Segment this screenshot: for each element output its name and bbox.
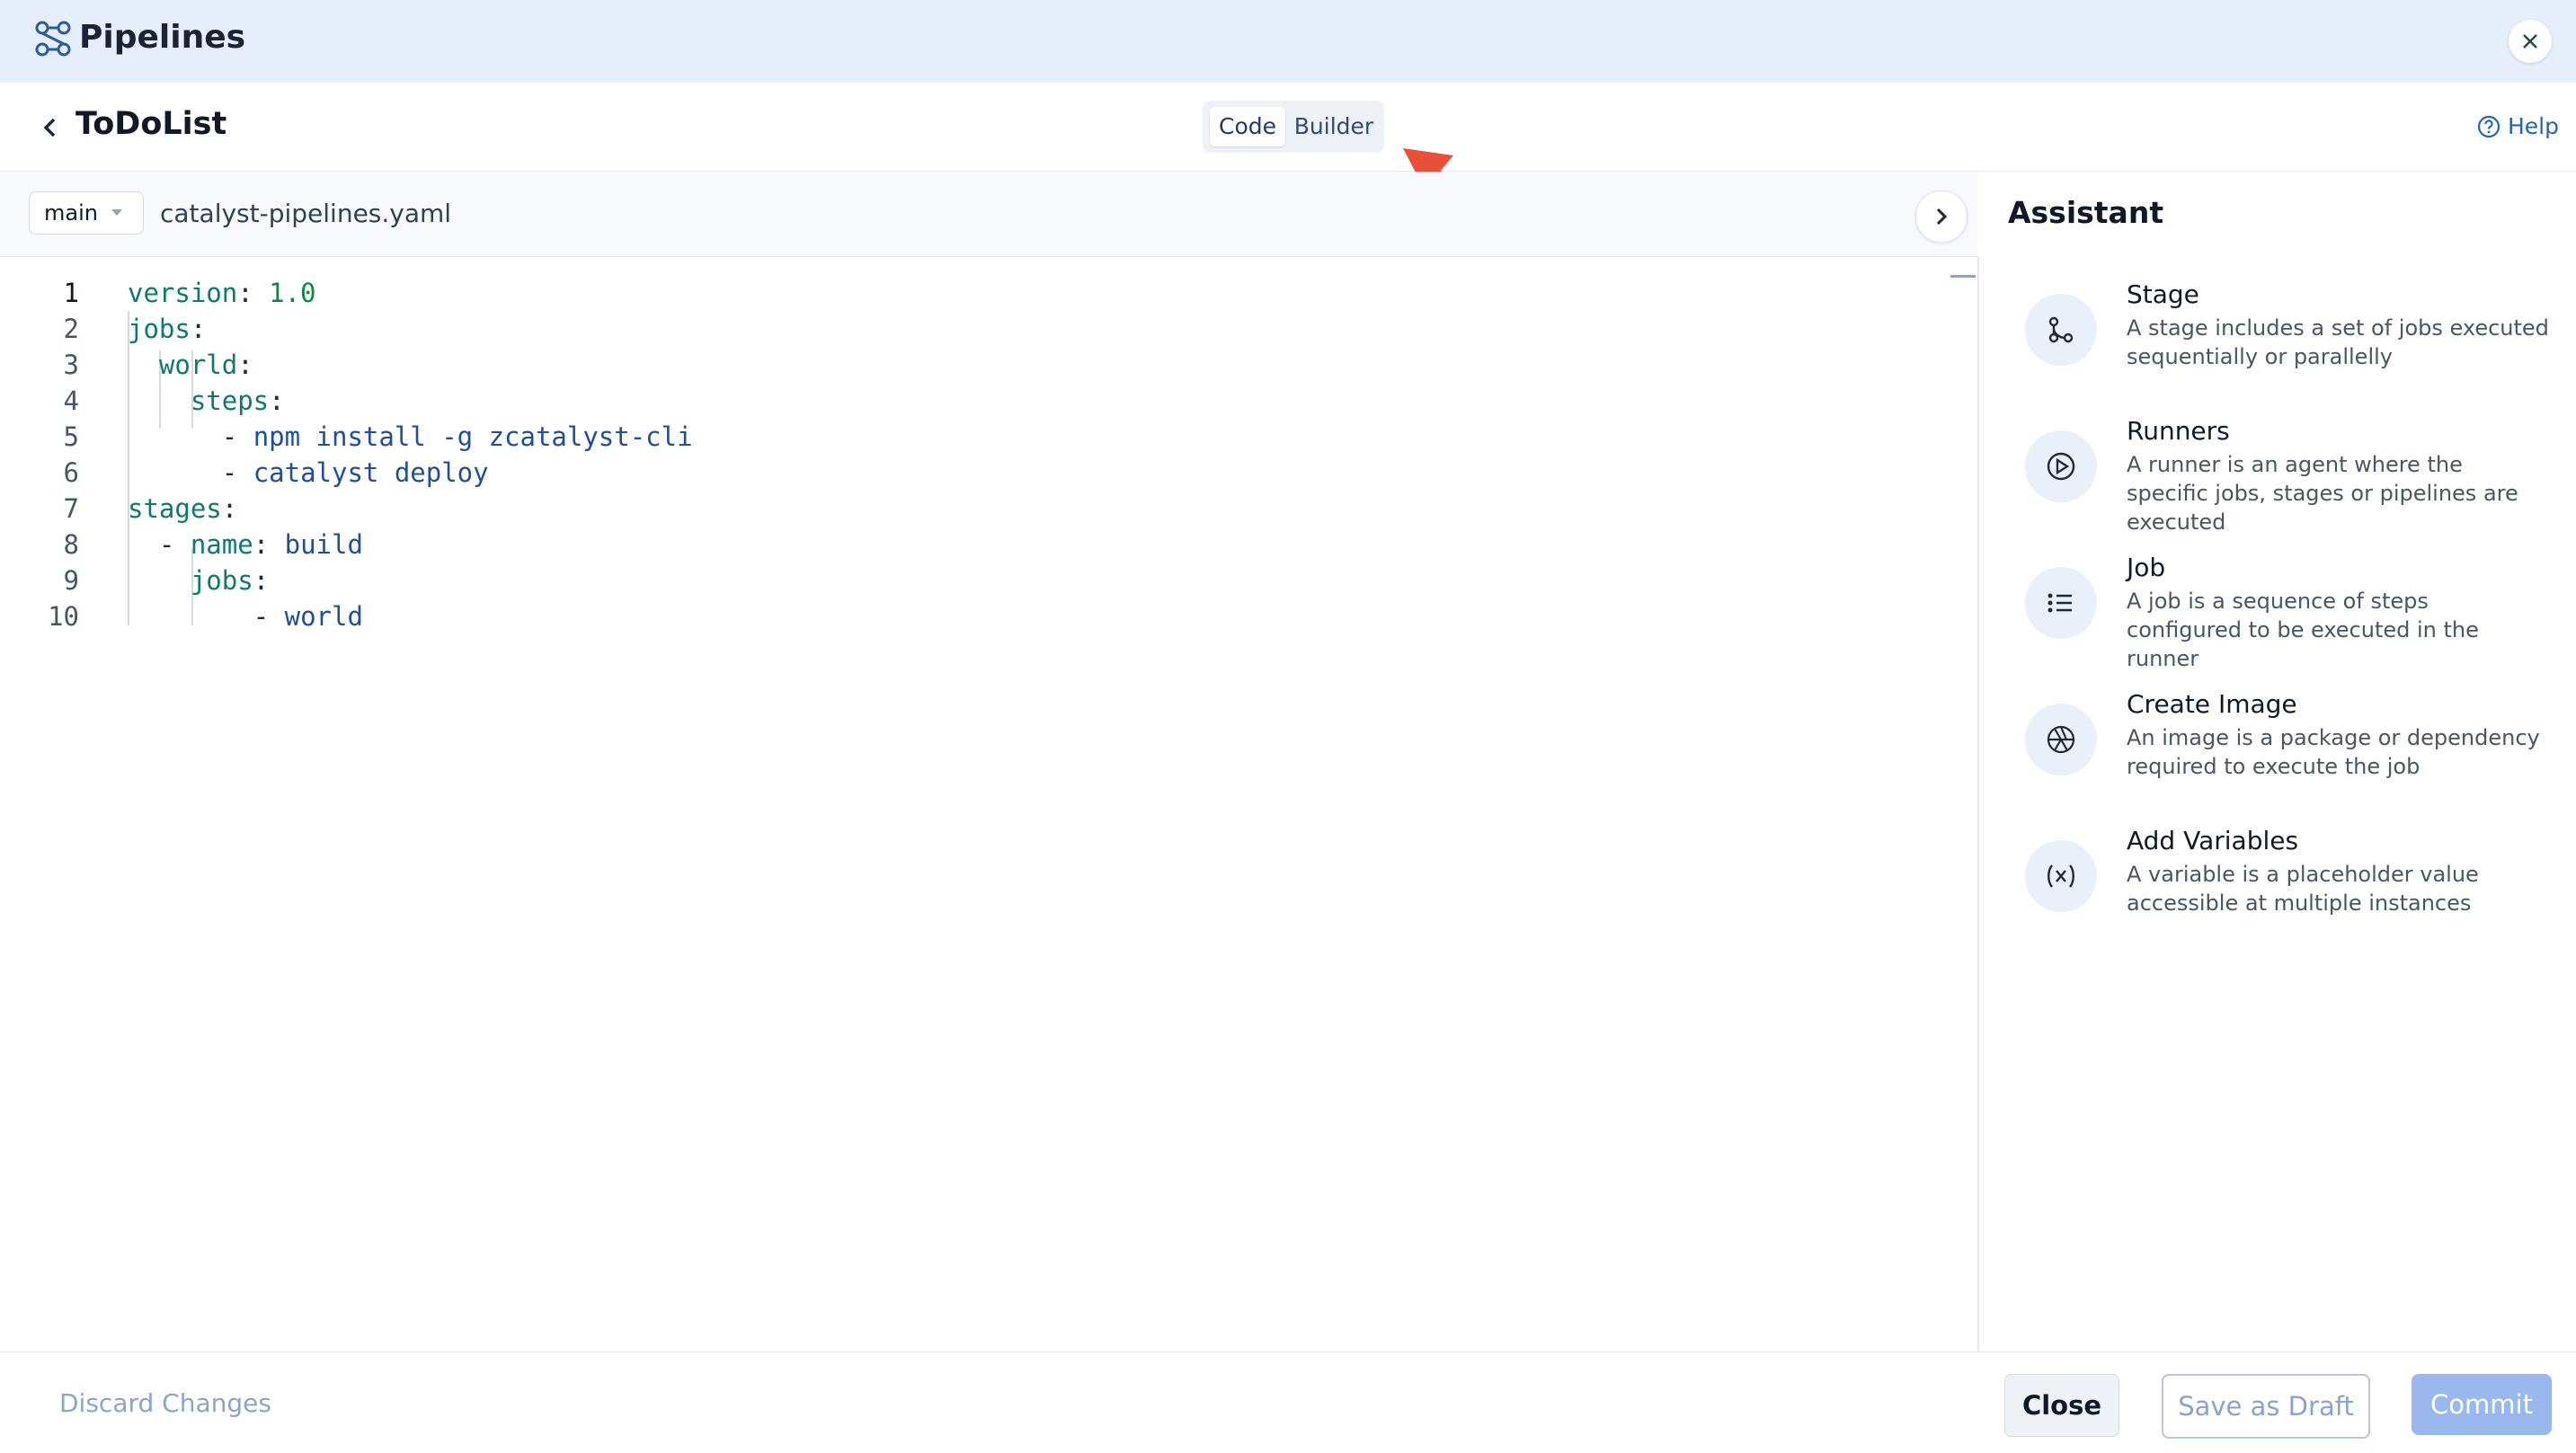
code-line: 8 - name: build [0, 527, 1258, 563]
line-number: 5 [63, 421, 79, 452]
assistant-item-desc: A stage includes a set of jobs executed … [2127, 315, 2549, 369]
mode-toggle: Code Builder [1203, 101, 1384, 153]
footer-bar: Discard Changes Close Save as Draft Comm… [0, 1351, 2576, 1453]
assistant-item-stage[interactable]: Stage A stage includes a set of jobs exe… [2025, 279, 2564, 403]
assistant-item-runners[interactable]: Runners A runner is an agent where the s… [2025, 416, 2564, 540]
app-title: Pipelines [79, 19, 246, 56]
toggle-assistant-button[interactable] [1915, 190, 1968, 243]
assistant-item-add-variables[interactable]: Add Variables A variable is a placeholde… [2025, 826, 2564, 950]
tab-builder[interactable]: Builder [1289, 107, 1379, 146]
job-list-icon [2025, 567, 2097, 639]
line-number: 10 [48, 601, 79, 632]
line-number: 8 [63, 529, 79, 560]
commit-button[interactable]: Commit [2412, 1374, 2552, 1435]
code-text: stages: [128, 493, 238, 524]
assistant-item-desc: A variable is a placeholder value access… [2127, 862, 2479, 916]
assistant-item-desc: A job is a sequence of steps configured … [2127, 589, 2479, 671]
code-text: jobs: [190, 565, 270, 596]
variable-icon [2025, 840, 2097, 912]
code-line: 3 world: [0, 347, 1258, 383]
line-number: 7 [63, 493, 79, 524]
runner-play-icon [2025, 430, 2097, 502]
help-label: Help [2508, 113, 2559, 139]
code-text: steps: [190, 385, 285, 416]
code-text: - world [253, 601, 363, 632]
line-number: 4 [63, 385, 79, 416]
code-text: version: 1.0 [128, 278, 316, 308]
code-text: - catalyst deploy [221, 457, 489, 488]
pipelines-icon [32, 18, 74, 59]
assistant-panel: Assistant Stage A stage includes a set o… [1979, 172, 2576, 1351]
assistant-item-name: Create Image [2127, 689, 2297, 719]
assistant-item-name: Add Variables [2127, 826, 2299, 855]
back-button[interactable] [36, 113, 65, 142]
code-line: 9 jobs: [0, 563, 1258, 598]
code-line: 1 version: 1.0 [0, 275, 1258, 311]
close-icon [2523, 34, 2537, 49]
code-line: 2 jobs: [0, 311, 1258, 347]
scroll-indicator [1950, 275, 1976, 278]
close-button[interactable]: Close [2004, 1374, 2119, 1437]
chevron-left-icon [43, 118, 56, 137]
page-header: ToDoList Code Builder Help [0, 83, 2576, 172]
line-number: 6 [63, 457, 79, 488]
code-editor[interactable]: 1 version: 1.0 2 jobs: 3 world: 4 steps:… [0, 257, 1979, 1351]
assistant-item-desc: An image is a package or dependency requ… [2127, 725, 2540, 779]
assistant-item-create-image[interactable]: Create Image An image is a package or de… [2025, 689, 2564, 813]
assistant-item-job[interactable]: Job A job is a sequence of steps configu… [2025, 553, 2564, 677]
assistant-item-name: Runners [2127, 416, 2230, 446]
code-text: - name: build [158, 529, 363, 560]
page-title: ToDoList [76, 106, 227, 142]
assistant-title: Assistant [2008, 195, 2164, 230]
title-bar: Pipelines [0, 0, 2576, 84]
save-as-draft-button[interactable]: Save as Draft [2162, 1374, 2370, 1439]
line-number: 1 [63, 278, 79, 308]
stage-icon [2025, 294, 2097, 366]
assistant-item-name: Stage [2127, 279, 2199, 309]
code-line: 10 - world [0, 598, 1258, 634]
file-name: catalyst-pipelines.yaml [160, 199, 452, 228]
discard-changes-link[interactable]: Discard Changes [59, 1388, 271, 1418]
line-number: 9 [63, 565, 79, 596]
assistant-item-name: Job [2127, 553, 2166, 582]
code-line: 4 steps: [0, 383, 1258, 419]
help-circle-icon [2477, 115, 2500, 138]
help-link[interactable]: Help [2477, 113, 2559, 139]
code-text: world: [158, 350, 253, 380]
assistant-item-desc: A runner is an agent where the specific … [2127, 452, 2518, 535]
tab-code[interactable]: Code [1210, 107, 1285, 146]
caret-down-icon [111, 209, 122, 216]
code-text: - npm install -g zcatalyst-cli [221, 421, 693, 452]
line-number: 3 [63, 350, 79, 380]
branch-label: main [44, 200, 98, 226]
branch-select[interactable]: main [29, 191, 144, 235]
code-line: 7 stages: [0, 491, 1258, 527]
close-window-button[interactable] [2509, 20, 2552, 63]
code-text: jobs: [128, 314, 207, 344]
code-line: 6 - catalyst deploy [0, 455, 1258, 491]
editor-toolbar: main catalyst-pipelines.yaml [0, 172, 1977, 257]
chevron-right-icon [1936, 208, 1948, 226]
aperture-icon [2025, 704, 2097, 775]
line-number: 2 [63, 314, 79, 344]
code-line: 5 - npm install -g zcatalyst-cli [0, 419, 1258, 455]
